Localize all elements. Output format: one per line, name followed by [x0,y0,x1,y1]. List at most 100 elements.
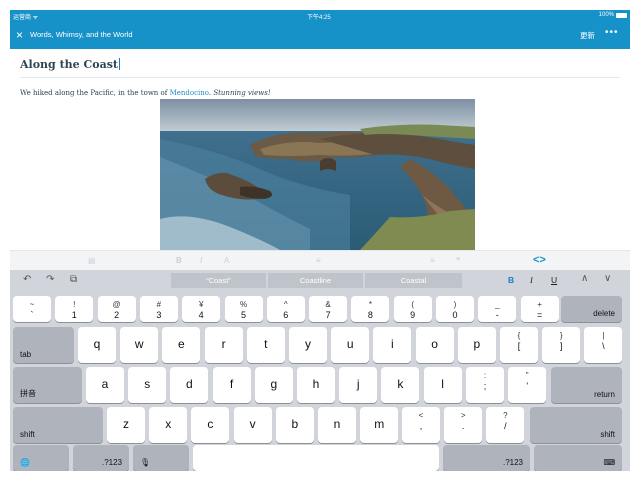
shift-right-key[interactable]: shift [530,407,622,443]
key-b[interactable]: b [275,407,314,443]
microphone-key[interactable]: 🎙 [133,445,189,471]
post-editor[interactable]: Along the Coast We hiked along the Pacif… [10,49,630,250]
key-v[interactable]: v [233,407,272,443]
space-key[interactable] [193,445,439,471]
post-body[interactable]: We hiked along the Pacific, in the town … [20,89,271,97]
key-n[interactable]: n [318,407,356,443]
globe-icon: 🌐 [20,458,30,467]
dismiss-keyboard-key[interactable]: ⌨ [534,445,622,471]
key-u[interactable]: u [331,327,370,363]
key-g[interactable]: g [254,367,293,403]
battery-icon [616,12,627,18]
body-italic: Stunning views! [213,89,271,97]
italic-button[interactable]: I [530,275,533,285]
app-frame: 运营商 ᯤ 下午4:25 100% × Words, Whimsy, and t… [10,10,630,471]
key-o[interactable]: o [415,327,454,363]
key-sym-r4-2[interactable]: ? / [486,407,525,443]
key-4[interactable]: ¥4 [182,296,221,322]
key-t[interactable]: t [246,327,285,363]
html-mode-icon[interactable]: <> [533,254,546,266]
italic-format-icon: I [200,256,203,265]
key-sym-r4-0[interactable]: <, [402,407,440,443]
key-j[interactable]: j [339,367,378,403]
on-screen-keyboard: ↶ ↷ ⧉ “Coast” Coastline Coastal B I U ∧ … [10,270,630,471]
key-8[interactable]: * 8 [351,296,390,322]
key-sym-r2-0[interactable]: {[ [500,327,538,363]
key-w[interactable]: w [120,327,159,363]
nav-bar: × Words, Whimsy, and the World 更新 ••• [10,21,630,49]
key-sym-r3-0[interactable]: :; [466,367,504,403]
undo-icon[interactable]: ↶ [23,274,31,285]
return-key[interactable]: return [551,367,622,403]
key-l[interactable]: l [423,367,462,403]
key-x[interactable]: x [149,407,188,443]
key-9[interactable]: (9 [393,296,432,322]
key-sym-r4-1[interactable]: >. [444,407,483,443]
text-caret [118,58,120,70]
list-format-icon: ≡ [316,256,321,265]
paste-icon[interactable]: ⧉ [70,274,77,285]
key-0[interactable]: ) 0 [436,296,474,322]
shift-left-key[interactable]: shift [13,407,103,443]
key-s[interactable]: s [128,367,167,403]
key-y[interactable]: y [289,327,327,363]
carrier-label: 运营商 ᯤ [13,15,39,21]
key-sym-r2-1[interactable]: }] [542,327,581,363]
underline-button[interactable]: U [551,275,557,285]
key-sym-r3-1[interactable]: " ' [508,367,547,403]
key-p[interactable]: p [457,327,496,363]
redo-icon[interactable]: ↷ [46,274,54,285]
numbers-key-left[interactable]: .?123 [73,445,129,471]
more-options-icon[interactable]: ••• [605,27,619,38]
battery-percent: 100% [598,12,614,18]
key-e[interactable]: e [162,327,201,363]
pinyin-key[interactable]: 拼音 [13,367,82,403]
key-c[interactable]: c [191,407,230,443]
keyboard-shortcut-bar: ↶ ↷ ⧉ “Coast” Coastline Coastal B I U ∧ … [10,270,630,291]
key-2[interactable]: @2 [97,296,136,322]
coast-photo[interactable] [160,99,475,250]
chevron-up-icon[interactable]: ∧ [581,273,588,284]
key-7[interactable]: & 7 [309,296,348,322]
status-bar: 运营商 ᯤ 下午4:25 100% [10,10,630,21]
key-k[interactable]: k [381,367,420,403]
suggestion-3[interactable]: Coastal [365,273,462,288]
numbers-key-right[interactable]: .?123 [443,445,530,471]
key-5[interactable]: % 5 [224,296,263,322]
key-r[interactable]: r [204,327,243,363]
key-f[interactable]: f [212,367,251,403]
suggestion-1[interactable]: “Coast” [171,273,266,288]
globe-key[interactable]: 🌐 [13,445,69,471]
key-d[interactable]: d [170,367,209,403]
link-format-icon: A [224,256,230,265]
keyboard-dismiss-icon: ⌨ [603,458,615,467]
update-button[interactable]: 更新 [580,30,595,41]
quote-icon: ❝ [456,256,461,265]
key-1[interactable]: ! 1 [55,296,94,322]
clock: 下午4:25 [307,15,331,21]
key-3[interactable]: #3 [139,296,178,322]
format-toolbar: ▤ B I A ≡ ≡ ❝ <> [10,250,630,270]
battery-indicator: 100% [599,12,627,18]
bold-button[interactable]: B [508,275,514,285]
indent-icon: ≡ [430,256,435,265]
key-sym-r2-2[interactable]: | \ [584,327,623,363]
key-sym0[interactable]: ~ ` [13,296,51,322]
delete-key[interactable]: delete [561,296,622,322]
key-sym12[interactable]: + = [520,296,559,322]
key-6[interactable]: ^ 6 [266,296,305,322]
key-z[interactable]: z [107,407,145,443]
suggestion-2[interactable]: Coastline [268,273,363,288]
key-m[interactable]: m [360,407,399,443]
chevron-down-icon[interactable]: ∨ [604,273,611,284]
key-a[interactable]: a [86,367,124,403]
close-icon[interactable]: × [16,28,23,42]
microphone-icon: 🎙 [140,458,151,467]
key-i[interactable]: i [373,327,412,363]
key-q[interactable]: q [78,327,116,363]
tab-key[interactable]: tab [13,327,74,363]
mendocino-link[interactable]: Mendocino [170,89,209,97]
key-h[interactable]: h [297,367,335,403]
key-sym11[interactable]: _ - [478,296,517,322]
post-title-field[interactable]: Along the Coast [20,58,120,71]
